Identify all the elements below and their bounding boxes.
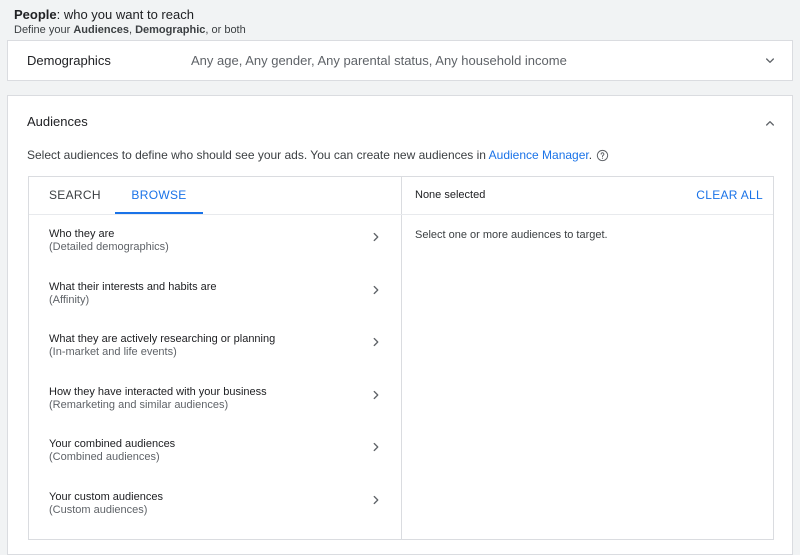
- section-title: People: who you want to reach: [14, 6, 246, 23]
- subtitle-prefix: Define your: [14, 24, 74, 36]
- list-item-affinity[interactable]: What their interests and habits are (Aff…: [29, 267, 401, 320]
- chevron-right-icon: [373, 337, 379, 347]
- selection-hint: Select one or more audiences to target.: [415, 229, 608, 241]
- help-icon[interactable]: [596, 149, 609, 162]
- browse-pane: SEARCH BROWSE Who they are (Detailed dem…: [29, 177, 402, 539]
- list-item-subtitle: (Remarketing and similar audiences): [49, 398, 229, 411]
- list-item-title: How they have interacted with your busin…: [49, 385, 267, 398]
- selection-status: None selected: [415, 189, 486, 201]
- list-item-subtitle: (Detailed demographics): [49, 241, 169, 253]
- list-item-title: What they are actively researching or pl…: [49, 333, 276, 345]
- demographics-label: Demographics: [27, 53, 111, 68]
- chevron-right-icon: [373, 495, 379, 504]
- audiences-card: Audiences Select audiences to define who…: [7, 95, 793, 555]
- demographics-summary: Any age, Any gender, Any parental status…: [191, 53, 567, 68]
- selection-pane: None selected CLEAR ALL Select one or mo…: [401, 177, 773, 539]
- tab-browse[interactable]: BROWSE: [115, 177, 203, 214]
- clear-all-button[interactable]: CLEAR ALL: [696, 188, 763, 202]
- list-item-subtitle: (Affinity): [49, 293, 90, 306]
- subtitle-demographic: Demographic: [135, 24, 206, 36]
- picker-tabs: SEARCH BROWSE: [29, 177, 401, 215]
- chevron-right-icon: [373, 390, 379, 399]
- audiences-title: Audiences: [27, 114, 88, 129]
- section-title-rest: : who you want to reach: [56, 7, 194, 22]
- audience-manager-link[interactable]: Audience Manager: [489, 148, 589, 162]
- subtitle-suffix: , or both: [205, 24, 246, 36]
- description-text: Select audiences to define who should se…: [27, 148, 489, 162]
- audience-picker: SEARCH BROWSE Who they are (Detailed dem…: [28, 176, 774, 540]
- audiences-description: Select audiences to define who should se…: [27, 148, 609, 162]
- demographics-card[interactable]: Demographics Any age, Any gender, Any pa…: [7, 40, 793, 81]
- section-title-bold: People: [14, 7, 57, 22]
- browse-list: Who they are (Detailed demographics) Wha…: [29, 214, 401, 529]
- list-item-subtitle: (In-market and life events): [49, 346, 177, 358]
- list-item-title: Your combined audiences: [49, 438, 176, 450]
- list-item-title: Your custom audiences: [49, 490, 163, 503]
- list-item-combined-audiences[interactable]: Your combined audiences (Combined audien…: [29, 424, 401, 477]
- list-item-in-market[interactable]: What they are actively researching or pl…: [29, 319, 401, 372]
- list-item-remarketing[interactable]: How they have interacted with your busin…: [29, 372, 401, 425]
- description-end: .: [588, 148, 593, 162]
- chevron-up-icon[interactable]: [762, 115, 778, 131]
- list-item-title: Who they are: [49, 228, 115, 240]
- list-item-subtitle: (Combined audiences): [49, 451, 160, 463]
- section-header: People: who you want to reach Define you…: [14, 6, 246, 37]
- tab-search[interactable]: SEARCH: [49, 177, 101, 214]
- list-item-detailed-demographics[interactable]: Who they are (Detailed demographics): [29, 214, 401, 267]
- list-item-custom-audiences[interactable]: Your custom audiences (Custom audiences): [29, 477, 401, 530]
- section-subtitle: Define your Audiences, Demographic, or b…: [14, 23, 246, 37]
- chevron-right-icon: [373, 232, 379, 242]
- chevron-right-icon: [373, 285, 379, 294]
- subtitle-audiences: Audiences: [73, 24, 129, 36]
- list-item-title: What their interests and habits are: [49, 280, 217, 293]
- list-item-subtitle: (Custom audiences): [49, 503, 148, 516]
- chevron-right-icon: [373, 442, 379, 452]
- selection-header: None selected CLEAR ALL: [401, 177, 773, 215]
- chevron-down-icon[interactable]: [762, 53, 778, 69]
